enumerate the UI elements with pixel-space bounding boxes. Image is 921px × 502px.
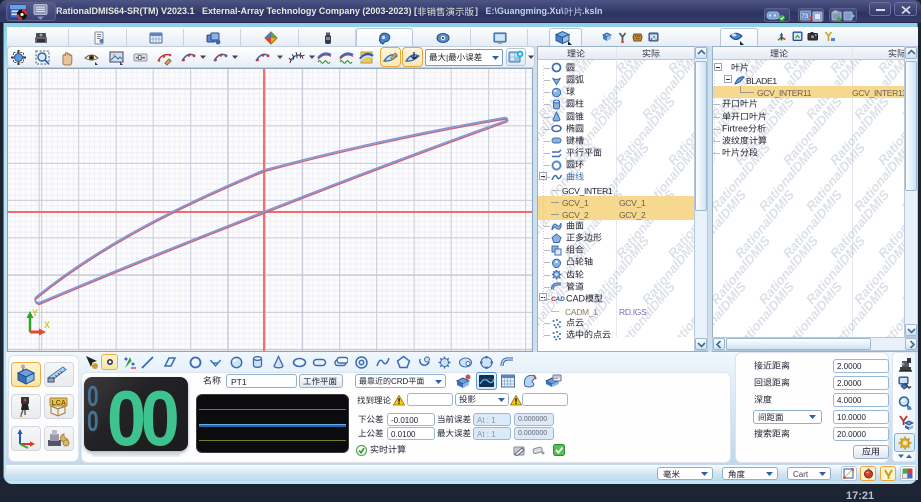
svg-text:Y: Y: [32, 308, 38, 318]
svg-text:Firtree: Firtree: [722, 123, 748, 133]
svg-text:AD: AD: [554, 296, 565, 303]
svg-text:CAD: CAD: [566, 294, 586, 304]
svg-text:CRD: CRD: [391, 377, 409, 386]
svg-text:X: X: [44, 320, 50, 330]
svg-text:LCA: LCA: [52, 400, 66, 407]
